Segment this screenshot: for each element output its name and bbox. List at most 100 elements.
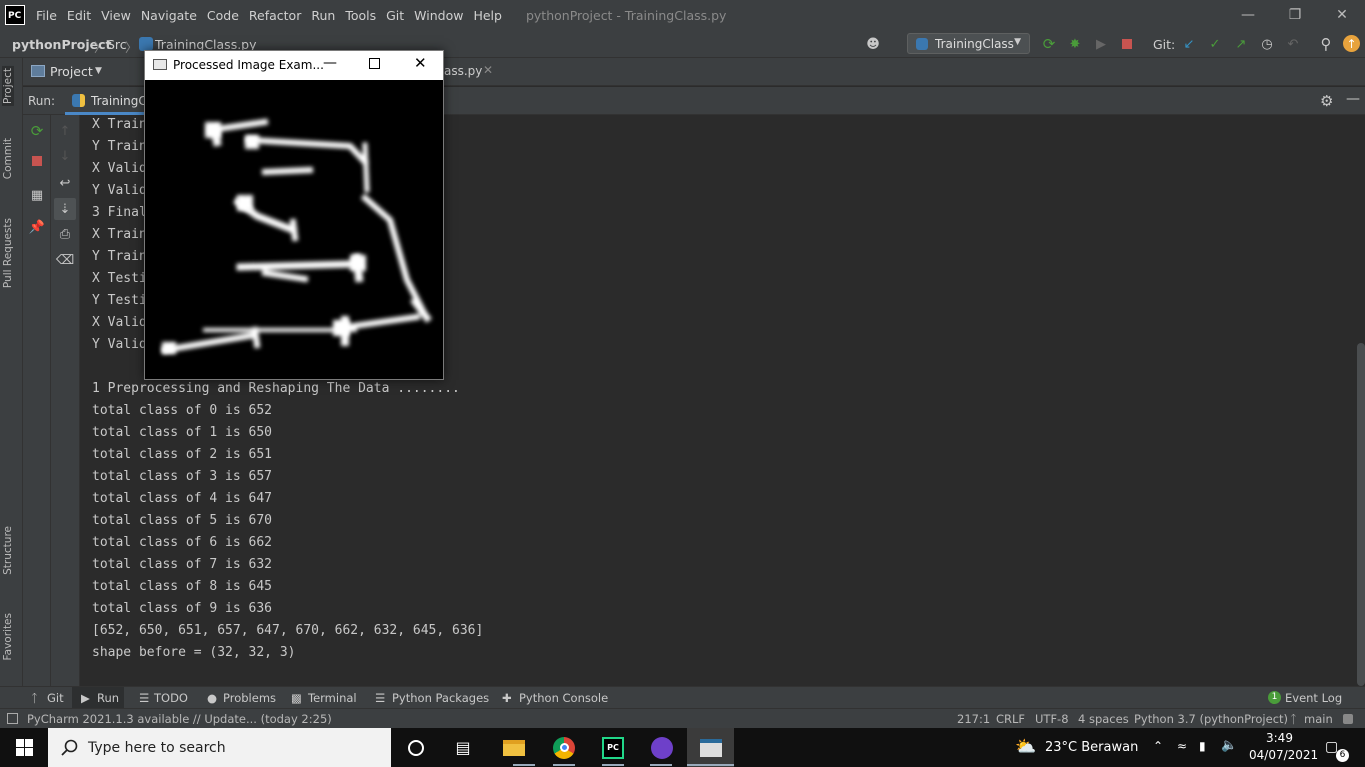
menu-help[interactable]: Help — [473, 8, 502, 23]
todo-tool-button[interactable]: TODO — [154, 691, 188, 705]
menu-tools[interactable]: Tools — [345, 8, 376, 23]
git-update-icon[interactable]: ↙ — [1180, 35, 1198, 53]
stop-icon[interactable] — [1118, 35, 1136, 53]
interpreter-setting[interactable]: Python 3.7 (pythonProject) — [1134, 712, 1288, 726]
console-line: [652, 650, 651, 657, 647, 670, 662, 632,… — [92, 623, 484, 638]
weather-text[interactable]: 23°C Berawan — [1045, 740, 1138, 755]
debug-icon[interactable]: ✸ — [1066, 35, 1084, 53]
line-separator[interactable]: CRLF — [996, 712, 1025, 726]
network-icon[interactable]: ≈ — [1177, 739, 1187, 753]
maximize-button[interactable] — [369, 58, 380, 69]
menu-edit[interactable]: Edit — [67, 8, 91, 23]
weather-icon[interactable]: ⛅ — [1015, 737, 1036, 757]
layout-icon[interactable]: ▦ — [29, 187, 45, 203]
git-push-icon[interactable]: ↗ — [1232, 35, 1250, 53]
console-line: X Valid — [92, 161, 147, 176]
git-tool-button[interactable]: Git — [47, 691, 64, 705]
hide-panel-icon[interactable]: — — [1346, 91, 1360, 107]
coverage-icon[interactable]: ▶ — [1092, 35, 1110, 53]
bottom-tool-bar: ᛏ Git ▶ Run ☰ TODO ● Problems ▩ Terminal… — [0, 686, 1365, 708]
breadcrumb-folder[interactable]: Src — [107, 37, 127, 52]
run-tool-label: Run — [97, 691, 120, 705]
show-hidden-icons-icon[interactable]: ⌃ — [1153, 739, 1163, 753]
menu-run[interactable]: Run — [311, 8, 335, 23]
close-button[interactable]: ✕ — [1319, 0, 1365, 30]
problems-tool-button[interactable]: Problems — [223, 691, 276, 705]
image-window-titlebar[interactable]: Processed Image Exam... — ✕ — [145, 51, 443, 80]
commit-tool-tab[interactable]: Commit — [2, 138, 14, 179]
stop-icon[interactable] — [29, 153, 45, 169]
pin-icon[interactable]: 📌 — [29, 219, 45, 235]
trash-icon[interactable]: ⌫ — [56, 252, 74, 268]
github-desktop-icon[interactable] — [642, 728, 682, 767]
chevron-down-icon[interactable]: ▼ — [95, 66, 102, 76]
active-indicator — [650, 764, 672, 766]
project-panel-label[interactable]: Project — [50, 64, 93, 79]
rollback-icon[interactable]: ↶ — [1284, 35, 1302, 53]
minimize-button[interactable]: — — [1225, 0, 1271, 30]
image-window-title: Processed Image Exam... — [173, 58, 324, 72]
soft-wrap-icon[interactable]: ↩ — [57, 175, 73, 191]
pycharm-taskbar-icon[interactable]: PC — [593, 728, 633, 767]
settings-icon[interactable]: ⚙ — [1320, 92, 1333, 110]
rerun-icon[interactable]: ⟳ — [29, 122, 45, 140]
update-icon[interactable]: ↑ — [1343, 35, 1360, 52]
restore-button[interactable]: ❐ — [1272, 0, 1318, 30]
git-commit-icon[interactable]: ✓ — [1206, 35, 1224, 53]
project-tool-tab[interactable]: Project — [2, 66, 14, 106]
rerun-icon[interactable]: ⟳ — [1040, 35, 1058, 53]
volume-icon[interactable]: 🔈 — [1221, 738, 1237, 753]
editor-tab[interactable]: ass.py — [444, 64, 482, 78]
search-icon[interactable]: ⚲ — [1317, 35, 1335, 53]
arrow-down-icon[interactable]: ↓ — [57, 148, 73, 164]
chrome-icon[interactable] — [544, 728, 584, 767]
print-icon[interactable]: ⎙ — [57, 226, 73, 242]
run-tool-button[interactable]: ▶ Run — [72, 687, 124, 708]
app-window-icon[interactable] — [687, 728, 734, 767]
python-packages-tool-button[interactable]: Python Packages — [392, 691, 489, 705]
minimize-button[interactable]: — — [323, 55, 337, 71]
taskbar-search-box[interactable]: Type here to search — [48, 728, 391, 767]
terminal-tool-button[interactable]: Terminal — [308, 691, 357, 705]
battery-icon[interactable]: ▮ — [1199, 739, 1206, 753]
menu-git[interactable]: Git — [386, 8, 404, 23]
menu-view[interactable]: View — [101, 8, 131, 23]
pycharm-logo-icon: PC — [5, 5, 25, 25]
cortana-icon[interactable] — [397, 728, 435, 767]
processed-image-window[interactable]: Processed Image Exam... — ✕ — [144, 50, 444, 380]
console-scrollbar[interactable] — [1357, 343, 1365, 686]
event-log-tool-button[interactable]: Event Log — [1285, 691, 1342, 705]
console-line: total class of 9 is 636 — [92, 601, 273, 616]
menu-window[interactable]: Window — [414, 8, 463, 23]
close-tab-icon[interactable]: ✕ — [483, 63, 493, 77]
update-status[interactable]: PyCharm 2021.1.3 available // Update... … — [27, 712, 332, 726]
windows-start-button[interactable] — [0, 728, 48, 767]
python-console-tool-button[interactable]: Python Console — [519, 691, 608, 705]
memory-indicator-icon[interactable] — [1343, 714, 1353, 724]
clock-time[interactable]: 3:49 — [1266, 731, 1293, 745]
structure-tool-tab[interactable]: Structure — [2, 526, 14, 575]
run-toolbar: ⟳ ▦ 📌 — [23, 115, 51, 686]
menu-file[interactable]: File — [36, 8, 57, 23]
clock-date[interactable]: 04/07/2021 — [1249, 748, 1318, 762]
file-encoding[interactable]: UTF-8 — [1035, 712, 1069, 726]
console-line: X Train — [92, 227, 147, 242]
menu-navigate[interactable]: Navigate — [141, 8, 197, 23]
scroll-to-end-icon[interactable]: ⇣ — [54, 198, 76, 220]
menu-code[interactable]: Code — [207, 8, 239, 23]
history-icon[interactable]: ◷ — [1258, 35, 1276, 53]
menu-refactor[interactable]: Refactor — [249, 8, 301, 23]
close-button[interactable]: ✕ — [414, 54, 427, 72]
run-config-dropdown[interactable]: TrainingClass ▼ — [907, 33, 1030, 54]
problems-icon: ● — [207, 691, 218, 705]
user-icon[interactable]: ☻ — [864, 35, 882, 53]
git-branch[interactable]: main — [1304, 712, 1333, 726]
caret-position[interactable]: 217:1 — [957, 712, 990, 726]
file-explorer-icon[interactable] — [494, 728, 534, 767]
indent-setting[interactable]: 4 spaces — [1078, 712, 1129, 726]
task-view-icon[interactable]: ▤ — [444, 728, 482, 767]
arrow-up-icon[interactable]: ↑ — [57, 123, 73, 139]
pull-requests-tool-tab[interactable]: Pull Requests — [2, 218, 14, 288]
run-tab[interactable]: TrainingC — [65, 87, 147, 115]
favorites-tool-tab[interactable]: Favorites — [2, 613, 14, 660]
